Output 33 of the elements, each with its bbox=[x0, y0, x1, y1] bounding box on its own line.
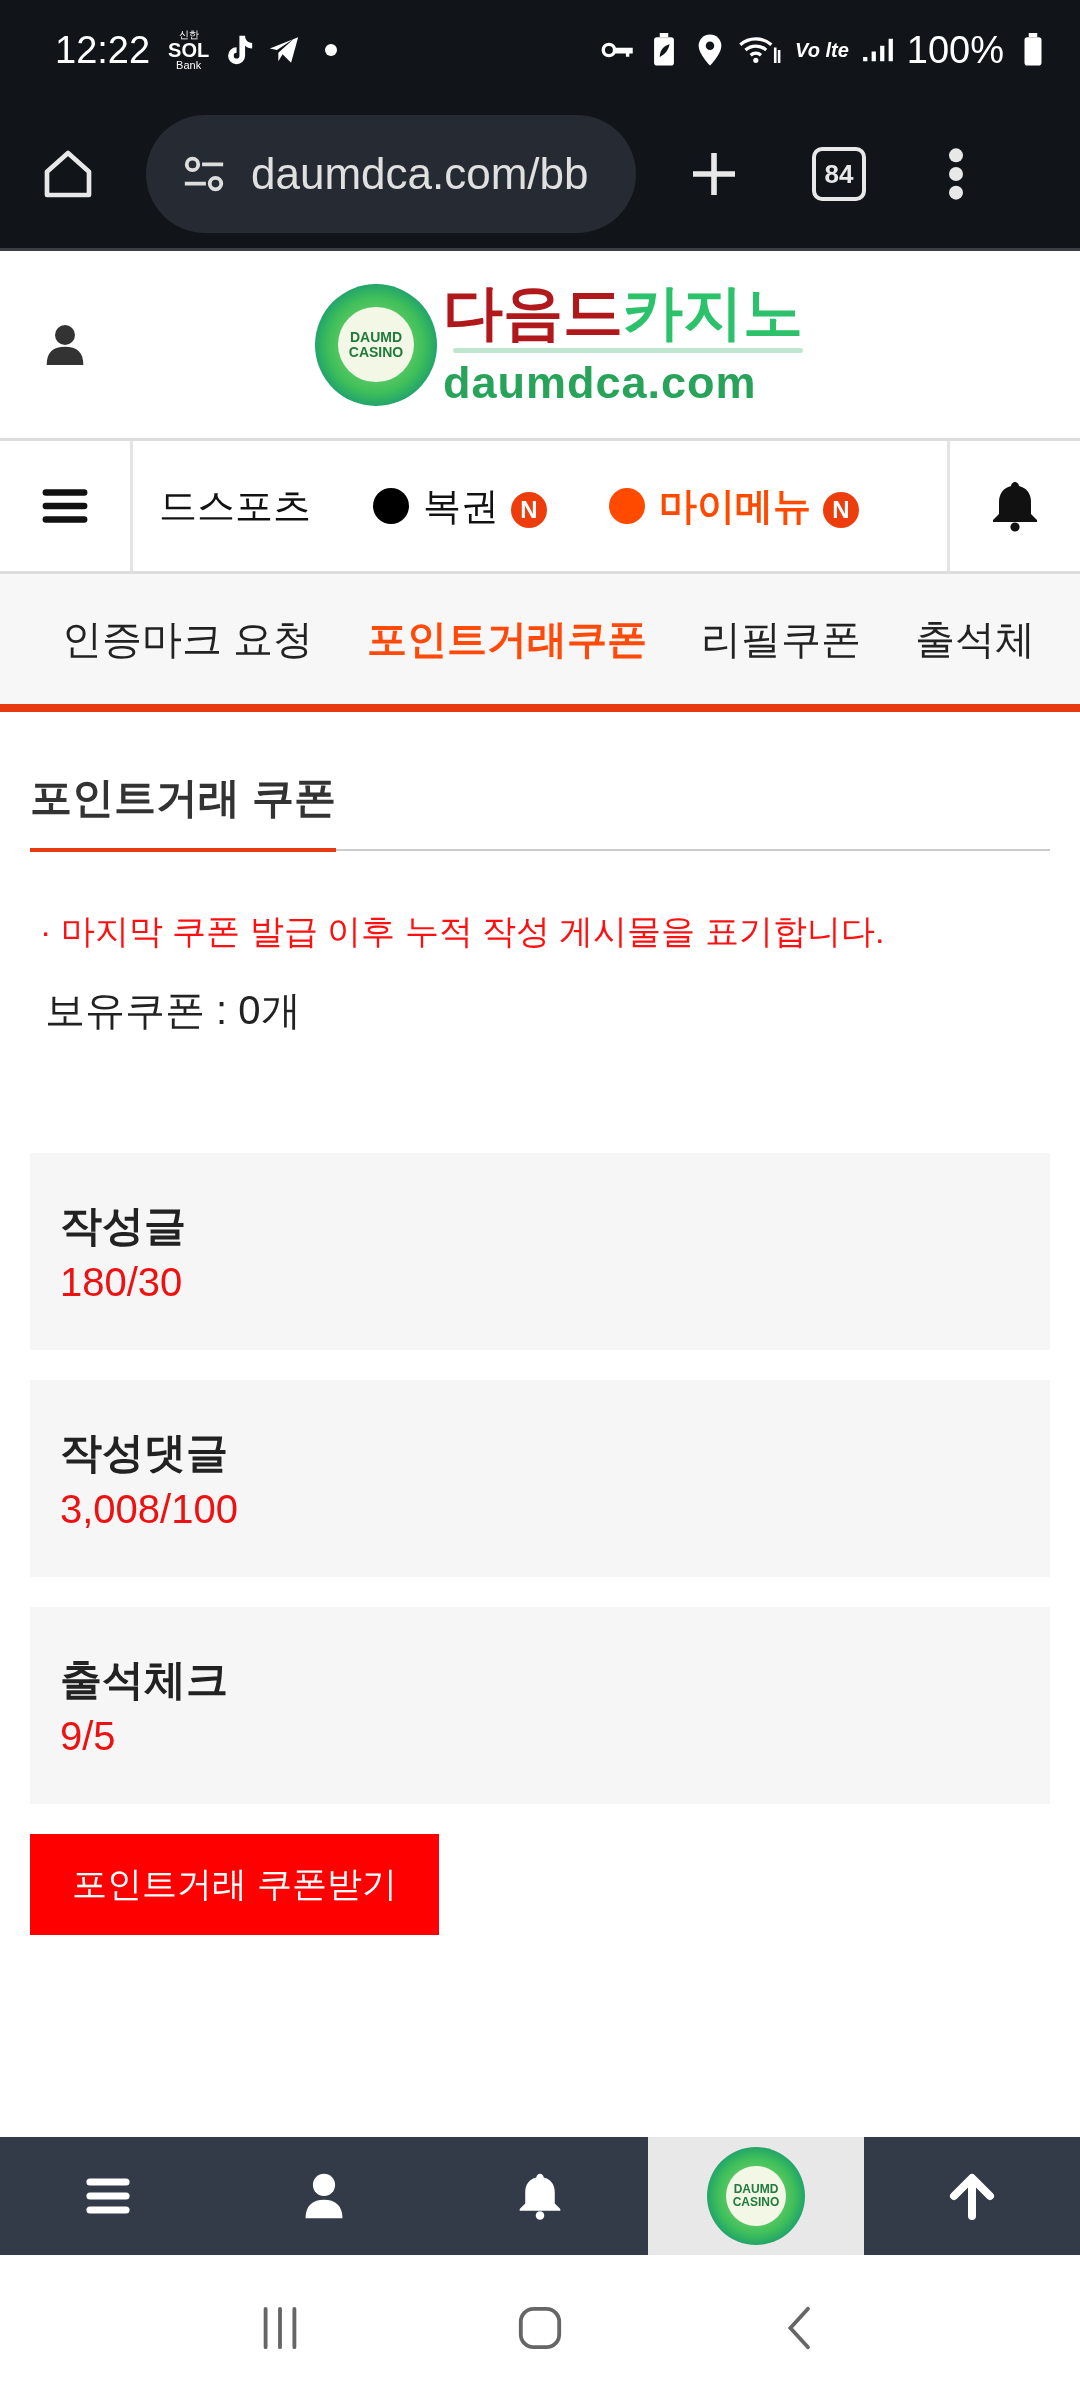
clock-text: 12:22 bbox=[55, 28, 151, 72]
up-arrow-icon bbox=[948, 2172, 996, 2220]
bell-icon bbox=[991, 479, 1039, 533]
more-options-icon[interactable] bbox=[946, 146, 966, 202]
sub-nav-tab[interactable]: 인증마크 요청 bbox=[62, 611, 314, 667]
bank-app-icon: 신한 SOL Bank bbox=[168, 29, 210, 71]
sub-nav-tab[interactable]: 리필쿠폰 bbox=[701, 611, 862, 667]
notification-dot bbox=[325, 44, 338, 56]
battery-text: 100% bbox=[906, 28, 1004, 72]
network-type-text: Vo lte bbox=[795, 38, 849, 62]
nav-tab[interactable]: 복권 bbox=[423, 480, 499, 532]
stat-label: 출석체크 bbox=[60, 1655, 229, 1705]
bottom-nav-button[interactable]: DAUMD CASINO bbox=[648, 2137, 864, 2255]
casino-logo-badge: DAUMD CASINO bbox=[315, 283, 437, 406]
section-title: 포인트거래 쿠폰 bbox=[30, 770, 336, 852]
new-badge: N bbox=[511, 492, 547, 528]
casino-logo-badge: DAUMD CASINO bbox=[707, 2147, 805, 2245]
stat-value: 180/30 bbox=[60, 1260, 184, 1305]
tab-count-button[interactable]: 84 bbox=[812, 147, 866, 201]
site-domain: daumdca.com bbox=[443, 356, 758, 409]
notice-text: · 마지막 쿠폰 발급 이후 누적 작성 게시물을 표기합니다. bbox=[40, 911, 886, 952]
stat-value: 3,008/100 bbox=[60, 1487, 239, 1532]
stat-label: 작성글 bbox=[60, 1201, 187, 1251]
site-name: 다음드카지노 bbox=[443, 280, 803, 344]
stat-value: 9/5 bbox=[60, 1714, 117, 1759]
coupon-count-text: 보유쿠폰 : 0개 bbox=[45, 987, 302, 1034]
address-bar[interactable]: daumdca.com/bb bbox=[146, 115, 636, 233]
stat-label: 작성댓글 bbox=[60, 1428, 229, 1478]
sub-nav-tab[interactable]: 출석체 bbox=[915, 611, 1036, 667]
new-badge: N bbox=[823, 492, 859, 528]
nav-tab[interactable]: 드스포츠 bbox=[159, 480, 311, 532]
menu-icon bbox=[42, 486, 88, 526]
claim-coupon-button[interactable]: 포인트거래 쿠폰받기 bbox=[30, 1834, 439, 1935]
